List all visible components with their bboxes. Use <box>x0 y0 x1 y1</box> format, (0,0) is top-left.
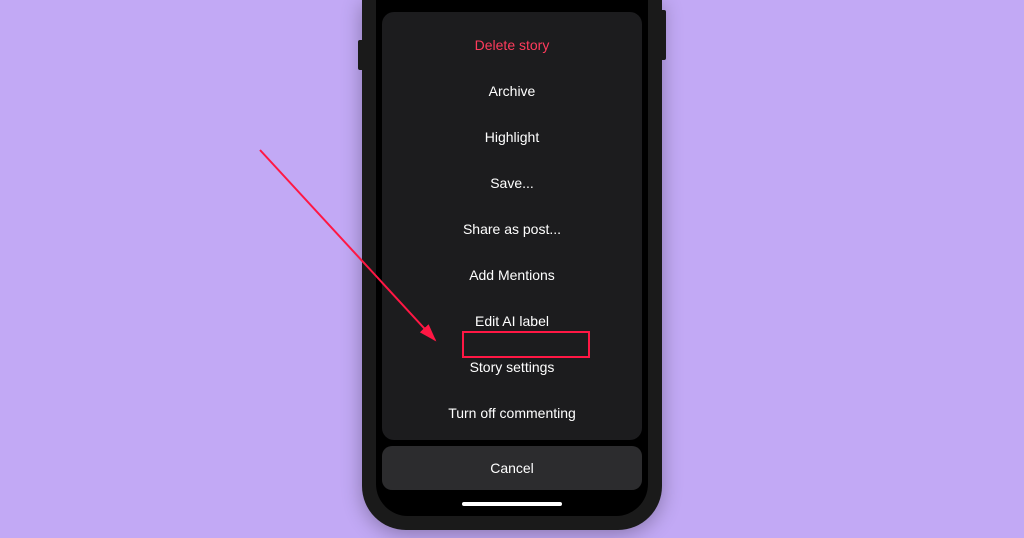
menu-item-story-settings[interactable]: Story settings <box>382 344 642 390</box>
menu-item-turn-off-commenting[interactable]: Turn off commenting <box>382 390 642 436</box>
phone-frame: Delete story Archive Highlight Save... S… <box>362 0 662 530</box>
home-indicator <box>462 502 562 506</box>
menu-item-edit-ai-label[interactable]: Edit AI label <box>382 298 642 344</box>
menu-panel: Delete story Archive Highlight Save... S… <box>382 12 642 440</box>
phone-screen: Delete story Archive Highlight Save... S… <box>376 0 648 516</box>
menu-item-share-as-post[interactable]: Share as post... <box>382 206 642 252</box>
action-sheet: Delete story Archive Highlight Save... S… <box>376 0 648 516</box>
menu-item-add-mentions[interactable]: Add Mentions <box>382 252 642 298</box>
cancel-button[interactable]: Cancel <box>382 446 642 490</box>
menu-item-delete-story[interactable]: Delete story <box>382 22 642 68</box>
menu-item-highlight[interactable]: Highlight <box>382 114 642 160</box>
menu-item-archive[interactable]: Archive <box>382 68 642 114</box>
menu-item-save[interactable]: Save... <box>382 160 642 206</box>
